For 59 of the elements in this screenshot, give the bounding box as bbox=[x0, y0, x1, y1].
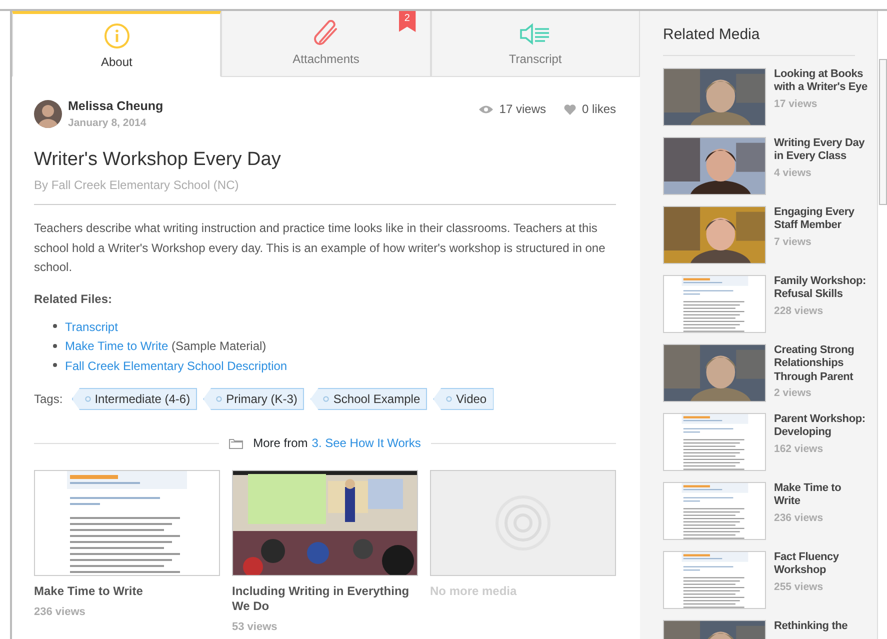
media-title[interactable]: Rethinking the bbox=[774, 620, 868, 633]
tag[interactable]: Video bbox=[433, 388, 494, 410]
view-count: 17 views bbox=[499, 101, 546, 118]
tag-hole-icon bbox=[84, 396, 91, 402]
scrollbar-thumb[interactable] bbox=[879, 59, 887, 205]
sidebar-title: Related Media bbox=[663, 24, 855, 56]
media-title[interactable]: Creating Strong Relationships Through Parent bbox=[774, 344, 868, 384]
view-count: 53 views bbox=[232, 620, 278, 635]
page-title: Writer's Workshop Every Day bbox=[34, 148, 282, 172]
tab[interactable]: Attachments 2 bbox=[221, 11, 431, 77]
post-date: January 8, 2014 bbox=[68, 116, 148, 131]
document-thumbnail[interactable] bbox=[664, 552, 765, 608]
tag[interactable]: School Example bbox=[310, 388, 428, 410]
media-title[interactable]: Make Time to Write bbox=[34, 584, 220, 599]
like-count: 0 likes bbox=[582, 101, 616, 118]
section-heading: Related Files: bbox=[34, 290, 114, 308]
tag[interactable]: Intermediate (4-6) bbox=[72, 388, 198, 410]
view-count: 17 views bbox=[774, 96, 818, 112]
view-count: 236 views bbox=[34, 605, 86, 620]
info-icon bbox=[104, 23, 130, 49]
view-count: 228 views bbox=[774, 304, 824, 318]
tab[interactable]: About bbox=[12, 11, 222, 77]
view-count: 162 views bbox=[774, 442, 824, 456]
media-title[interactable]: Make Time to Write bbox=[774, 482, 868, 508]
media-title[interactable]: Family Workshop: Refusal Skills bbox=[774, 274, 868, 302]
media-title[interactable]: Writing Every Day in Every Class bbox=[774, 136, 868, 164]
more-from-label: More from bbox=[253, 435, 308, 452]
eye-icon bbox=[479, 104, 494, 114]
tag-hole-icon bbox=[323, 396, 330, 402]
avatar bbox=[34, 100, 62, 128]
view-count: 7 views bbox=[774, 234, 812, 250]
author-name[interactable]: Melissa Cheung bbox=[68, 97, 164, 116]
tag-hole-icon bbox=[216, 396, 222, 402]
bullet-icon bbox=[53, 344, 57, 348]
document-thumbnail[interactable] bbox=[664, 276, 765, 332]
document-thumbnail[interactable] bbox=[664, 414, 765, 470]
tag-hole-icon bbox=[446, 396, 452, 402]
tag[interactable]: Primary (K-3) bbox=[203, 388, 304, 410]
tab[interactable]: Transcript bbox=[430, 11, 640, 77]
view-count: 255 views bbox=[774, 580, 824, 594]
bullet-icon bbox=[53, 363, 57, 368]
media-title[interactable]: Parent Workshop: Developing bbox=[774, 412, 868, 440]
count-badge: 2 bbox=[398, 11, 416, 32]
document-thumbnail[interactable] bbox=[664, 482, 765, 538]
media-title[interactable]: Fact Fluency Workshop bbox=[774, 550, 868, 578]
tags-label: Tags: bbox=[34, 391, 63, 408]
heart-icon[interactable] bbox=[564, 104, 576, 115]
byline: By Fall Creek Elementary School (NC) bbox=[34, 177, 240, 194]
view-count: 236 views bbox=[774, 510, 824, 526]
media-title[interactable]: Including Writing in Everything We Do bbox=[232, 584, 418, 614]
file-note: (Sample Material) bbox=[171, 339, 266, 353]
media-title[interactable]: Looking at Books with a Writer's Eye bbox=[774, 68, 868, 94]
folder-icon bbox=[229, 438, 244, 448]
bullet-icon bbox=[53, 324, 57, 328]
speaker-icon bbox=[519, 22, 552, 46]
view-count: 4 views bbox=[774, 166, 812, 180]
view-count: 2 views bbox=[774, 386, 812, 401]
description: Teachers describe what writing instruction and practice time looks like in their classrooms. Teachers at this school hold a Writer's Workshop every day. This is an example of how writer's workshop is structured in one school. bbox=[34, 220, 606, 276]
media-title[interactable]: Engaging Every Staff Member bbox=[774, 206, 868, 232]
